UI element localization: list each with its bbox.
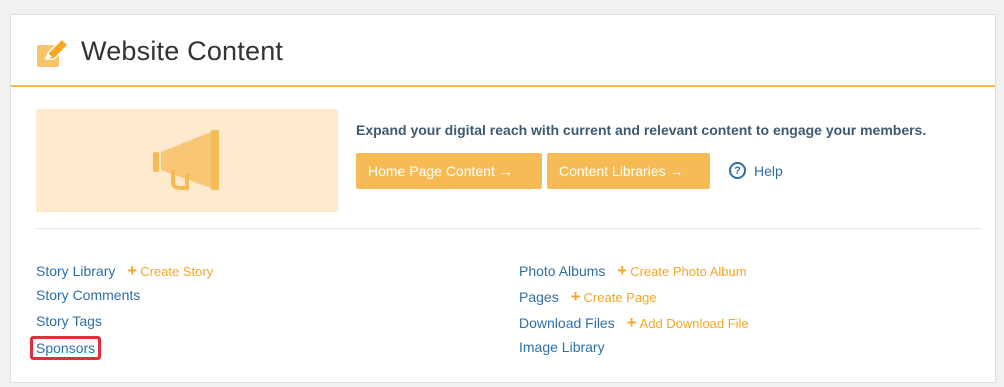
link-row-download-files: Download Files + Add Download File <box>519 313 749 339</box>
create-photo-album-link[interactable]: + Create Photo Album <box>617 261 747 280</box>
story-comments-link[interactable]: Story Comments <box>36 287 140 303</box>
links-column-left: Story Library + Create Story Story Commen… <box>30 261 213 365</box>
page-title: Website Content <box>81 36 284 66</box>
divider <box>36 228 982 229</box>
hero-banner <box>36 109 338 212</box>
help-question-icon: ? <box>729 162 746 179</box>
link-row-image-library: Image Library <box>519 339 749 365</box>
add-download-file-link[interactable]: + Add Download File <box>626 313 749 332</box>
create-page-link[interactable]: + Create Page <box>570 287 657 306</box>
top-strip <box>0 0 1004 14</box>
create-page-label: Create Page <box>583 290 657 305</box>
add-download-file-label: Add Download File <box>639 316 749 331</box>
intro-tagline: Expand your digital reach with current a… <box>356 122 927 138</box>
create-story-label: Create Story <box>140 264 214 279</box>
image-library-link[interactable]: Image Library <box>519 339 605 355</box>
website-content-panel: Website Content Expand your digital reac… <box>10 14 996 383</box>
story-library-link[interactable]: Story Library <box>36 263 115 279</box>
link-row-story-library: Story Library + Create Story <box>36 261 213 287</box>
photo-albums-link[interactable]: Photo Albums <box>519 263 605 279</box>
sponsors-highlight: Sponsors <box>30 336 102 360</box>
help-link[interactable]: ? Help <box>729 162 783 179</box>
panel-header: Website Content <box>11 15 995 87</box>
megaphone-icon <box>153 130 219 190</box>
link-row-pages: Pages + Create Page <box>519 287 749 313</box>
story-tags-link[interactable]: Story Tags <box>36 313 102 329</box>
link-row-sponsors: Sponsors <box>30 336 213 365</box>
pages-link[interactable]: Pages <box>519 289 559 305</box>
home-page-content-button[interactable]: Home Page Content → <box>356 153 542 189</box>
help-label: Help <box>754 162 783 179</box>
plus-icon: + <box>570 287 581 306</box>
download-files-link[interactable]: Download Files <box>519 315 615 331</box>
plus-icon: + <box>127 261 138 280</box>
links-column-right: Photo Albums + Create Photo Album Pages +… <box>519 261 749 365</box>
sponsors-link[interactable]: Sponsors <box>36 340 95 356</box>
create-photo-album-label: Create Photo Album <box>630 264 747 279</box>
pencil-edit-icon <box>36 37 70 69</box>
link-row-story-comments: Story Comments <box>36 287 213 313</box>
plus-icon: + <box>626 313 637 332</box>
create-story-link[interactable]: + Create Story <box>127 261 214 280</box>
link-row-photo-albums: Photo Albums + Create Photo Album <box>519 261 749 287</box>
content-libraries-button[interactable]: Content Libraries → <box>547 153 710 189</box>
plus-icon: + <box>617 261 628 280</box>
